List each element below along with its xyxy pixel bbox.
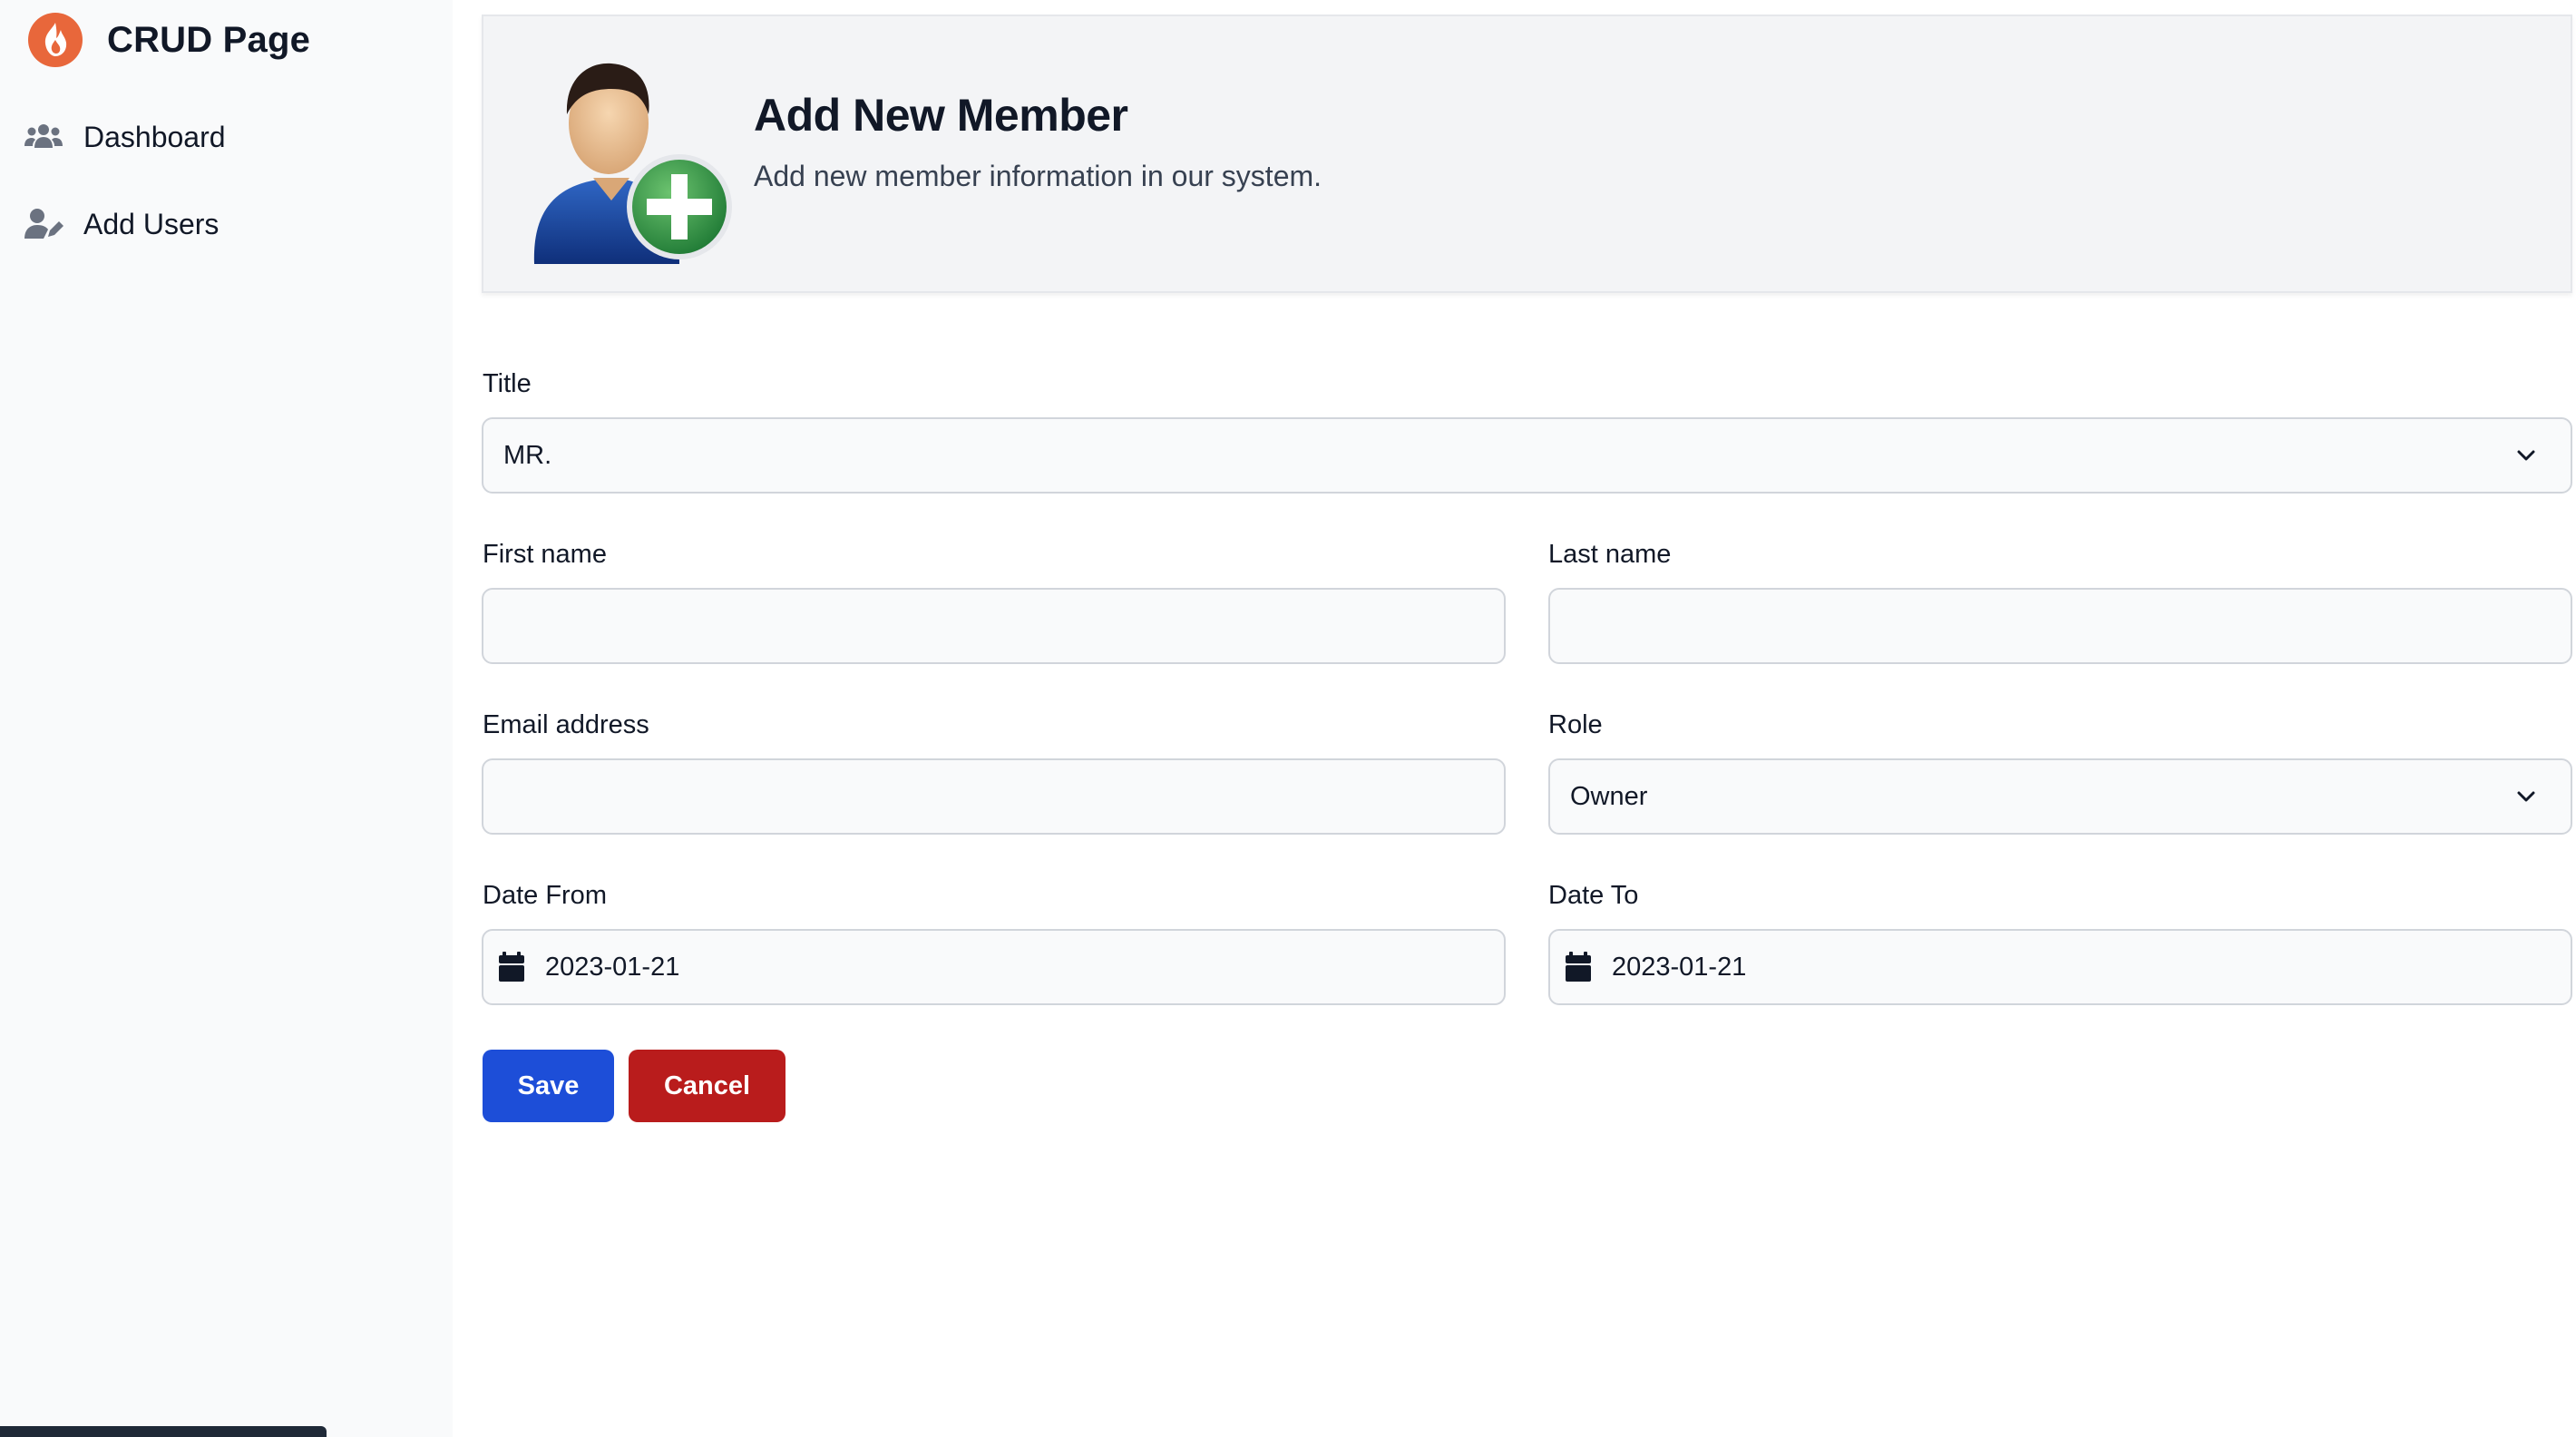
sidebar: CRUD Page Dashboard Add Users bbox=[0, 0, 453, 1437]
first-name-field[interactable] bbox=[482, 588, 1506, 664]
date-from-value: 2023-01-21 bbox=[545, 952, 680, 982]
sidebar-item-dashboard[interactable]: Dashboard bbox=[24, 112, 226, 162]
sidebar-item-label: Add Users bbox=[83, 207, 220, 240]
title-label: Title bbox=[483, 369, 532, 398]
calendar-icon bbox=[499, 952, 524, 982]
page-subtitle: Add new member information in our system… bbox=[754, 160, 1322, 192]
calendar-icon bbox=[1566, 952, 1591, 982]
last-name-field[interactable] bbox=[1548, 588, 2572, 664]
title-select[interactable]: MR. bbox=[482, 417, 2572, 494]
chevron-down-icon bbox=[2517, 450, 2535, 461]
save-button[interactable]: Save bbox=[483, 1050, 614, 1122]
email-label: Email address bbox=[483, 710, 649, 739]
date-to-field[interactable]: 2023-01-21 bbox=[1548, 929, 2572, 1005]
add-member-avatar-icon bbox=[533, 63, 732, 264]
page-header-card: Add New Member Add new member informatio… bbox=[482, 15, 2572, 293]
brand[interactable]: CRUD Page bbox=[27, 13, 310, 67]
sidebar-item-label: Dashboard bbox=[83, 120, 226, 153]
date-from-field[interactable]: 2023-01-21 bbox=[482, 929, 1506, 1005]
title-select-value: MR. bbox=[503, 440, 552, 470]
users-group-icon bbox=[24, 124, 63, 148]
date-from-label: Date From bbox=[483, 881, 607, 910]
chevron-down-icon bbox=[2517, 791, 2535, 802]
role-select[interactable]: Owner bbox=[1548, 758, 2572, 835]
last-name-label: Last name bbox=[1548, 540, 1672, 569]
user-edit-icon bbox=[24, 209, 63, 239]
email-field[interactable] bbox=[482, 758, 1506, 835]
flame-logo-icon bbox=[28, 13, 83, 67]
date-to-value: 2023-01-21 bbox=[1612, 952, 1747, 982]
cancel-button[interactable]: Cancel bbox=[629, 1050, 785, 1122]
role-select-value: Owner bbox=[1570, 781, 1648, 811]
date-to-label: Date To bbox=[1548, 881, 1639, 910]
brand-title: CRUD Page bbox=[107, 19, 311, 60]
sidebar-item-add-users[interactable]: Add Users bbox=[24, 199, 219, 249]
page-title: Add New Member bbox=[754, 90, 1128, 141]
role-label: Role bbox=[1548, 710, 1603, 739]
first-name-label: First name bbox=[483, 540, 607, 569]
scroll-indicator bbox=[0, 1426, 327, 1437]
